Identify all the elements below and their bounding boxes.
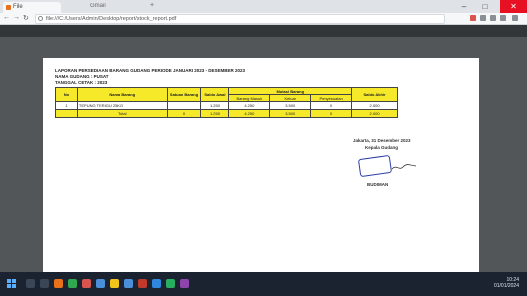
header-stock: Saldo Awal bbox=[200, 87, 230, 102]
header-in: Barang Masuk bbox=[228, 94, 271, 102]
cell-final: 2.000 bbox=[351, 101, 398, 110]
pdf-toolbar bbox=[0, 25, 527, 37]
tab-title: File bbox=[13, 4, 23, 10]
pdf-page: LAPORAN PERSEDIAAN BARANG GUDANG PERIODE… bbox=[43, 58, 479, 272]
cell-in: 4.250 bbox=[228, 101, 271, 110]
signature-name: BUDIMAN bbox=[367, 182, 389, 187]
bookmark-icon[interactable] bbox=[480, 15, 486, 21]
cell-adjust: 0 bbox=[310, 101, 353, 110]
header-out: Keluar bbox=[269, 94, 312, 102]
total-unit: 0 bbox=[166, 109, 202, 118]
tab-title-inactive: Gmail bbox=[90, 3, 106, 9]
app-icon-yellow[interactable] bbox=[110, 279, 119, 288]
signature-block: Jakarta, 31 Desember 2023 Kepala Gudang … bbox=[353, 138, 433, 198]
report-date: TANGGAL CETAK : 2023 bbox=[55, 80, 108, 85]
report-warehouse: NAMA GUDANG : PUSAT bbox=[55, 74, 109, 79]
minimize-button[interactable]: – bbox=[455, 0, 473, 13]
maximize-button[interactable]: □ bbox=[476, 0, 494, 13]
signature-city-date: Jakarta, 31 Desember 2023 bbox=[353, 138, 411, 143]
cell-name: TEPUNG TERIGU 25KG bbox=[76, 101, 168, 110]
handwritten-signature bbox=[391, 164, 417, 170]
address-bar-row: ← → ↻ file:///C:/Users/Admin/Desktop/rep… bbox=[0, 13, 527, 25]
url-text: file:///C:/Users/Admin/Desktop/report/st… bbox=[46, 16, 177, 22]
total-final: 2.000 bbox=[351, 109, 398, 118]
app-icon-green[interactable] bbox=[68, 279, 77, 288]
stock-table: No Nama Barang Satuan Barang Saldo Awal … bbox=[55, 87, 398, 118]
header-mutation: Mutasi Barang bbox=[228, 87, 353, 95]
excel-taskbar-icon[interactable] bbox=[166, 279, 175, 288]
header-name: Nama Barang bbox=[76, 87, 168, 102]
tab-inactive[interactable]: Gmail bbox=[86, 3, 146, 12]
word-taskbar-icon[interactable] bbox=[152, 279, 161, 288]
report-title: LAPORAN PERSEDIAAN BARANG GUDANG PERIODE… bbox=[55, 68, 246, 73]
table-total-row: Total 0 1.250 4.250 3.500 0 2.000 bbox=[55, 109, 398, 118]
extension-icon[interactable] bbox=[470, 15, 476, 21]
table-row: 1 TEPUNG TERIGU 25KG 1.250 4.250 3.500 0… bbox=[55, 101, 398, 110]
cell-out: 3.500 bbox=[269, 101, 312, 110]
site-info-icon[interactable] bbox=[38, 16, 43, 21]
tab-active[interactable]: File bbox=[3, 2, 61, 13]
reload-icon[interactable]: ↻ bbox=[23, 14, 29, 22]
taskbar: 10:24 01/01/2024 bbox=[0, 272, 527, 296]
app-icon-red[interactable] bbox=[82, 279, 91, 288]
app-icon-blue[interactable] bbox=[96, 279, 105, 288]
pdf-viewer[interactable]: LAPORAN PERSEDIAAN BARANG GUDANG PERIODE… bbox=[0, 25, 527, 272]
forward-icon[interactable]: → bbox=[13, 14, 20, 21]
browser-tab-bar: File Gmail + – □ ✕ bbox=[0, 0, 527, 13]
close-button[interactable]: ✕ bbox=[500, 0, 527, 13]
header-adjust: Penyesuaian bbox=[310, 94, 353, 102]
total-stock: 1.250 bbox=[200, 109, 230, 118]
header-final: Saldo Akhir bbox=[351, 87, 398, 102]
system-tray[interactable]: 10:24 01/01/2024 bbox=[494, 277, 519, 289]
tray-date: 01/01/2024 bbox=[493, 283, 519, 289]
header-unit: Satuan Barang bbox=[166, 87, 202, 102]
total-no bbox=[55, 109, 78, 118]
company-stamp bbox=[357, 154, 393, 178]
profile-icon[interactable] bbox=[500, 15, 506, 21]
back-icon[interactable]: ← bbox=[3, 14, 10, 21]
cell-stock: 1.250 bbox=[200, 101, 230, 110]
screen: File Gmail + – □ ✕ ← → ↻ file:///C:/User… bbox=[0, 0, 527, 296]
browser-taskbar-icon[interactable] bbox=[124, 279, 133, 288]
header-no: No bbox=[55, 87, 78, 102]
download-icon[interactable] bbox=[490, 15, 496, 21]
pdf-taskbar-icon[interactable] bbox=[138, 279, 147, 288]
total-label: Total bbox=[76, 109, 168, 118]
windows-start-icon[interactable] bbox=[7, 279, 17, 289]
menu-icon[interactable] bbox=[512, 15, 518, 21]
url-input[interactable]: file:///C:/Users/Admin/Desktop/report/st… bbox=[35, 14, 445, 24]
total-out: 3.500 bbox=[269, 109, 312, 118]
tab-favicon-icon bbox=[6, 5, 11, 10]
total-adjust: 0 bbox=[310, 109, 353, 118]
app-icon-purple[interactable] bbox=[180, 279, 189, 288]
total-in: 4.250 bbox=[228, 109, 271, 118]
new-tab-button[interactable]: + bbox=[150, 2, 154, 9]
cell-no: 1 bbox=[55, 101, 78, 110]
task-view-icon[interactable] bbox=[40, 279, 49, 288]
signature-role: Kepala Gudang bbox=[365, 145, 399, 150]
search-icon[interactable] bbox=[26, 279, 35, 288]
file-explorer-icon[interactable] bbox=[54, 279, 63, 288]
cell-unit bbox=[166, 101, 202, 110]
